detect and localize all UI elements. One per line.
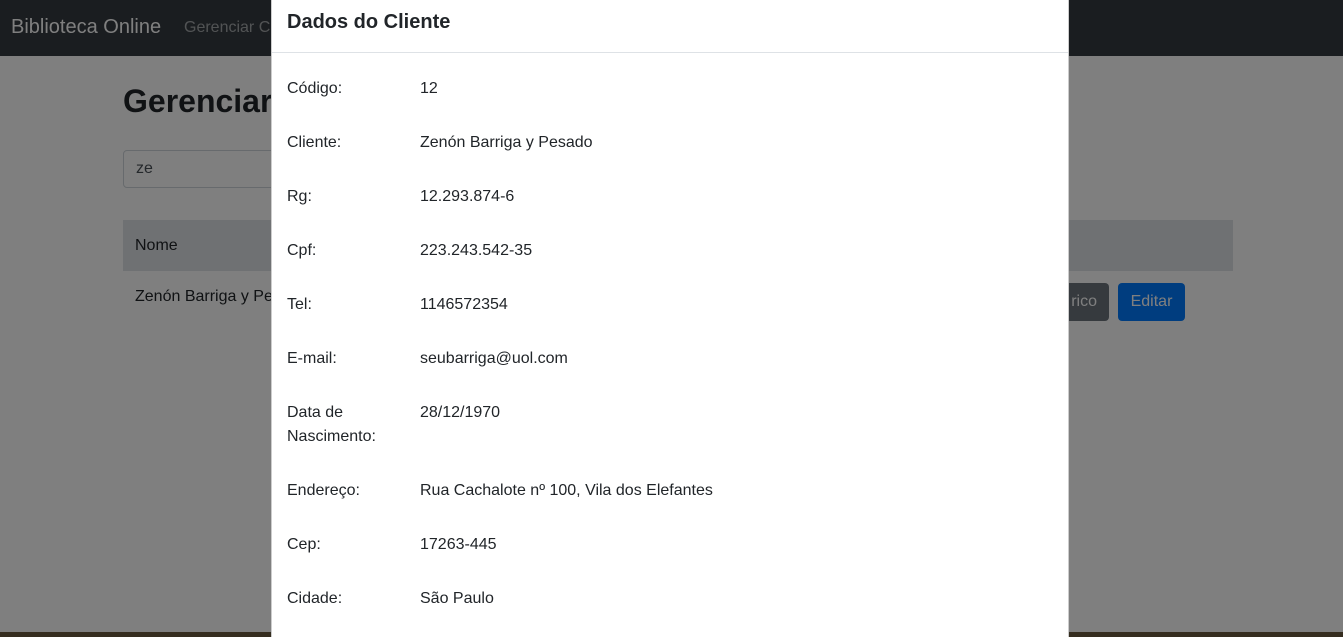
field-value: 12.293.874-6 (420, 188, 515, 205)
field-label: Cep: (287, 536, 321, 553)
field-value: 28/12/1970 (420, 404, 501, 421)
client-details-modal: Dados do Cliente Código: 12 Cliente: Zen… (271, 0, 1069, 637)
field-value: seubarriga@uol.com (420, 350, 568, 367)
field-value: 1146572354 (420, 296, 508, 313)
modal-header: Dados do Cliente (272, 0, 1068, 53)
field-label: Cidade: (287, 590, 343, 607)
field-value: 17263-445 (420, 536, 497, 553)
field-label: Data de Nascimento: (287, 404, 376, 445)
page: Biblioteca Online Gerenciar Cl Gerenciar… (0, 0, 1343, 637)
modal-body: Código: 12 Cliente: Zenón Barriga y Pesa… (272, 53, 1068, 637)
field-value: Zenón Barriga y Pesado (420, 134, 593, 151)
field-label: Cliente: (287, 134, 342, 151)
field-label: Rg: (287, 188, 312, 205)
field-label: E-mail: (287, 350, 337, 367)
field-value: 12 (420, 80, 438, 97)
field-value: 223.243.542-35 (420, 242, 533, 259)
field-label: Cpf: (287, 242, 317, 259)
field-value: Rua Cachalote nº 100, Vila dos Elefantes (420, 482, 713, 499)
field-value: São Paulo (420, 590, 494, 607)
field-label: Endereço: (287, 482, 360, 499)
field-label: Código: (287, 80, 343, 97)
modal-title: Dados do Cliente (287, 11, 451, 33)
field-label: Tel: (287, 296, 312, 313)
